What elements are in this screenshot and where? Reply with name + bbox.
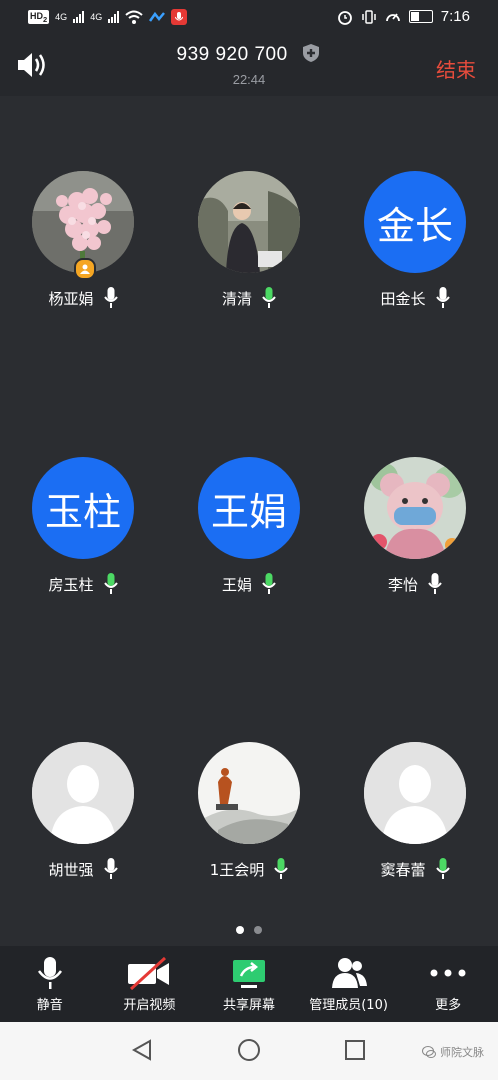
battery-icon [408,10,433,23]
participants-icon [331,958,367,988]
signal-bars-icon [108,11,120,23]
wechat-icon [422,1046,436,1058]
mic-icon [103,287,118,308]
mic-icon [103,858,118,879]
participant-tile[interactable]: 金长 田金长 [332,171,498,309]
avatar-initials: 玉柱 [32,457,134,559]
participant-name: 窦春蕾 [380,860,426,879]
avatar: 金长 [364,171,466,273]
video-off-icon [128,956,170,990]
avatar [32,742,134,844]
signal-4g-label: 4G [90,12,103,22]
participant-tile[interactable]: 胡世强 [0,742,166,880]
participant-name: 1王会明 [209,860,265,879]
start-video-button[interactable]: 开启视频 [100,946,200,1022]
wifi-icon [125,10,143,24]
page-dot-active[interactable] [236,926,244,934]
participant-name: 房玉柱 [48,575,94,594]
share-screen-icon [232,960,265,988]
participant-name: 清清 [221,289,252,308]
more-button[interactable]: 更多 [398,946,498,1022]
home-icon[interactable] [237,1038,261,1062]
mute-button[interactable]: 静音 [0,946,100,1022]
share-screen-button[interactable]: 共享屏幕 [199,946,299,1022]
mic-active-icon [103,573,118,594]
status-bar: HD2 4G 4G 7:16 [0,0,498,34]
meeting-toolbar: 静音 开启视频 共享屏幕 管理成员(10) 更多 [0,946,498,1022]
avatar [198,171,300,273]
back-icon[interactable] [130,1038,154,1062]
system-nav-bar: 师院文脉 [0,1022,498,1080]
meeting-header: 939 920 700 22:44 结束 [0,34,498,96]
participant-tile[interactable]: 清清 [166,171,332,309]
speed-icon [385,12,400,21]
mic-active-icon [274,858,289,879]
participant-name: 杨亚娟 [48,289,94,308]
avatar: 玉柱 [32,457,134,559]
mic-active-icon [435,858,450,879]
participant-tile[interactable]: 1王会明 [166,742,332,880]
hd-badge: HD2 [28,9,50,25]
app-notification-icon [149,11,166,22]
end-meeting-button[interactable]: 结束 [436,54,476,83]
participant-name: 王娟 [221,575,252,594]
participant-name: 李怡 [387,575,418,594]
landscape-photo [198,742,300,844]
more-dots-icon [430,969,466,977]
participant-tile[interactable]: 杨亚娟 [0,171,166,309]
alarm-icon [337,10,352,25]
participant-tile[interactable]: 玉柱 房玉柱 [0,457,166,595]
page-dot[interactable] [254,926,262,934]
security-shield-icon[interactable] [301,43,321,63]
recents-icon[interactable] [343,1038,367,1062]
host-badge-icon [74,258,96,280]
vibrate-icon [362,9,376,24]
meeting-duration: 22:44 [232,72,266,87]
meeting-id[interactable]: 939 920 700 [0,43,498,66]
avatar-initials: 金长 [364,171,466,273]
avatar-initials: 王娟 [198,457,300,559]
watermark: 师院文脉 [422,1044,484,1060]
participant-tile[interactable]: 窦春蕾 [332,742,498,880]
participant-name: 胡世强 [48,860,94,879]
recording-mic-icon [171,9,188,25]
signal-bars-icon [73,11,85,23]
avatar [32,171,134,280]
mic-icon [435,287,450,308]
toy-photo [364,457,466,559]
clock: 7:16 [440,8,470,25]
avatar [364,457,466,559]
microphone-icon [37,957,62,989]
default-avatar-icon [364,742,466,844]
signal-4g-label: 4G [55,12,68,22]
mic-icon [428,573,442,594]
default-avatar-icon [32,742,134,844]
avatar [364,742,466,844]
page-indicator [0,926,498,934]
avatar: 王娟 [198,457,300,559]
person-photo [198,171,300,273]
participant-tile[interactable]: 李怡 [332,457,498,595]
participant-tile[interactable]: 王娟 王娟 [166,457,332,595]
manage-members-button[interactable]: 管理成员(10) [299,946,399,1022]
avatar [198,742,300,844]
mic-active-icon [262,573,276,594]
participant-grid: 杨亚娟 清清 金长 田金长 玉柱 房玉柱 王娟 王娟 李怡 胡世强 1王会明 窦… [0,96,498,946]
participant-name: 田金长 [380,289,426,308]
mic-active-icon [262,287,276,308]
